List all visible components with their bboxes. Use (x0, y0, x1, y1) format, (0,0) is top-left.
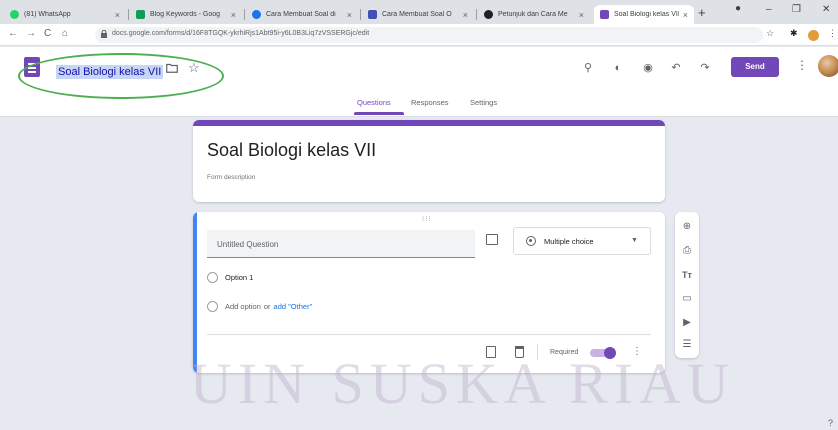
preview-eye-icon[interactable]: ◉ (641, 61, 655, 75)
tab-title: Cara Membuat Soal di (266, 11, 336, 18)
browser-tab-petunjuk[interactable]: Petunjuk dan Cara Me × (478, 5, 590, 24)
window-close-icon[interactable]: ✕ (822, 4, 830, 15)
tab-title: Blog Keywords - Goog (150, 11, 221, 18)
add-video-icon[interactable]: ▶ (680, 316, 694, 330)
address-bar[interactable]: docs.google.com/forms/d/16F8TGQK-ykrhiRj… (95, 27, 763, 43)
form-description-field[interactable]: Form description (207, 174, 255, 181)
add-option-link[interactable]: Add option (225, 302, 261, 311)
home-icon[interactable]: ⌂ (62, 28, 68, 39)
site-icon (484, 10, 493, 19)
add-image-icon[interactable] (486, 234, 498, 245)
back-arrow-icon[interactable]: ← (8, 28, 18, 39)
tab-questions[interactable]: Questions (357, 98, 391, 107)
required-toggle[interactable] (590, 347, 616, 359)
add-title-icon[interactable]: Tт (680, 268, 694, 282)
profile-avatar[interactable] (808, 30, 819, 41)
url-text: docs.google.com/forms/d/16F8TGQK-ykrhiRj… (112, 30, 370, 37)
undo-icon[interactable]: ↶ (669, 61, 683, 75)
whatsapp-icon (10, 10, 19, 19)
tab-responses[interactable]: Responses (411, 98, 449, 107)
close-icon[interactable]: × (683, 10, 688, 20)
send-button[interactable]: Send (731, 57, 779, 77)
drag-handle-icon[interactable]: ⁝⁝⁝ (422, 215, 432, 223)
active-tab-indicator (354, 112, 404, 115)
form-title[interactable]: Soal Biologi kelas VII (207, 140, 376, 161)
floating-toolbar: ⊕ ⎙ Tт ▭ ▶ ☰ (675, 212, 699, 358)
help-icon[interactable]: ? (828, 418, 838, 430)
radio-circle-icon (207, 301, 218, 312)
divider (207, 334, 651, 335)
palette-icon[interactable]: ◐ (611, 61, 625, 75)
minimize-icon[interactable]: – (766, 4, 772, 15)
close-icon[interactable]: × (347, 10, 352, 20)
toggle-knob (604, 347, 616, 359)
tab-settings[interactable]: Settings (470, 98, 497, 107)
site-icon (368, 10, 377, 19)
tab-title: Cara Membuat Soal O (382, 11, 452, 18)
extensions-icon[interactable]: ✱ (790, 28, 798, 39)
option-label[interactable]: Option 1 (225, 273, 253, 282)
question-title-placeholder: Untitled Question (217, 240, 279, 249)
active-question-indicator (193, 212, 197, 373)
close-icon[interactable]: × (231, 10, 236, 20)
forms-header: Soal Biologi kelas VII ☆ ⚲ ◐ ◉ ↶ ↷ Send … (0, 47, 838, 117)
tab-divider (476, 9, 477, 20)
close-icon[interactable]: × (115, 10, 120, 20)
question-title-input[interactable]: Untitled Question (207, 230, 475, 258)
forms-icon (600, 10, 609, 19)
or-text: or (263, 302, 271, 311)
question-type-select[interactable]: Multiple choice ▼ (513, 227, 651, 255)
highlight-annotation (18, 53, 224, 99)
new-tab-button[interactable]: + (698, 5, 706, 20)
browser-tab-whatsapp[interactable]: (81) WhatsApp × (4, 5, 126, 24)
profile-circle-icon[interactable]: ● (735, 3, 741, 14)
tab-title: Soal Biologi kelas VII (614, 11, 679, 18)
tab-divider (128, 9, 129, 20)
browser-tab-cara-membuat-2[interactable]: Cara Membuat Soal O × (362, 5, 474, 24)
restore-icon[interactable]: ❐ (792, 4, 801, 15)
add-image-icon[interactable]: ▭ (680, 292, 694, 306)
addons-icon[interactable]: ⚲ (581, 61, 595, 75)
browser-tab-blog-keywords[interactable]: Blog Keywords - Goog × (130, 5, 242, 24)
delete-icon[interactable] (515, 346, 524, 358)
option-row[interactable]: Option 1 (207, 272, 253, 283)
more-options-icon[interactable]: ⋮ (796, 58, 808, 72)
dropdown-arrow-icon: ▼ (631, 237, 638, 244)
tab-title: (81) WhatsApp (24, 11, 71, 18)
add-question-icon[interactable]: ⊕ (680, 220, 694, 234)
site-icon (252, 10, 261, 19)
redo-icon[interactable]: ↷ (698, 61, 712, 75)
add-other-link[interactable]: add "Other" (274, 302, 313, 311)
browser-menu-icon[interactable]: ⋮ (828, 28, 837, 39)
browser-toolbar: ← → C ⌂ docs.google.com/forms/d/16F8TGQK… (0, 24, 838, 46)
duplicate-icon[interactable] (486, 346, 496, 358)
reload-icon[interactable]: C (44, 28, 51, 39)
add-section-icon[interactable]: ☰ (680, 338, 694, 352)
question-more-icon[interactable]: ⋮ (632, 346, 642, 357)
tab-divider (244, 9, 245, 20)
browser-tab-soal-biologi[interactable]: Soal Biologi kelas VII × (594, 5, 694, 24)
lock-icon (101, 30, 107, 38)
required-label: Required (550, 349, 579, 356)
question-card: ⁝⁝⁝ Untitled Question Multiple choice ▼ … (193, 212, 665, 373)
browser-tab-cara-membuat-1[interactable]: Cara Membuat Soal di × (246, 5, 358, 24)
form-title-card: Soal Biologi kelas VII Form description (193, 120, 665, 202)
accent-bar (193, 120, 665, 126)
avatar[interactable] (818, 55, 838, 77)
radio-button-icon (526, 236, 536, 246)
close-icon[interactable]: × (579, 10, 584, 20)
radio-circle-icon (207, 272, 218, 283)
bookmark-star-icon[interactable]: ☆ (766, 28, 774, 39)
question-type-label: Multiple choice (544, 237, 594, 246)
close-icon[interactable]: × (463, 10, 468, 20)
divider (537, 344, 538, 360)
tab-divider (360, 9, 361, 20)
sheets-icon (136, 10, 145, 19)
add-option-row: Add option or add "Other" (207, 301, 312, 312)
tab-title: Petunjuk dan Cara Me (498, 11, 568, 18)
browser-tab-strip: (81) WhatsApp × Blog Keywords - Goog × C… (0, 0, 838, 24)
forward-arrow-icon[interactable]: → (26, 28, 36, 39)
import-questions-icon[interactable]: ⎙ (680, 244, 694, 258)
